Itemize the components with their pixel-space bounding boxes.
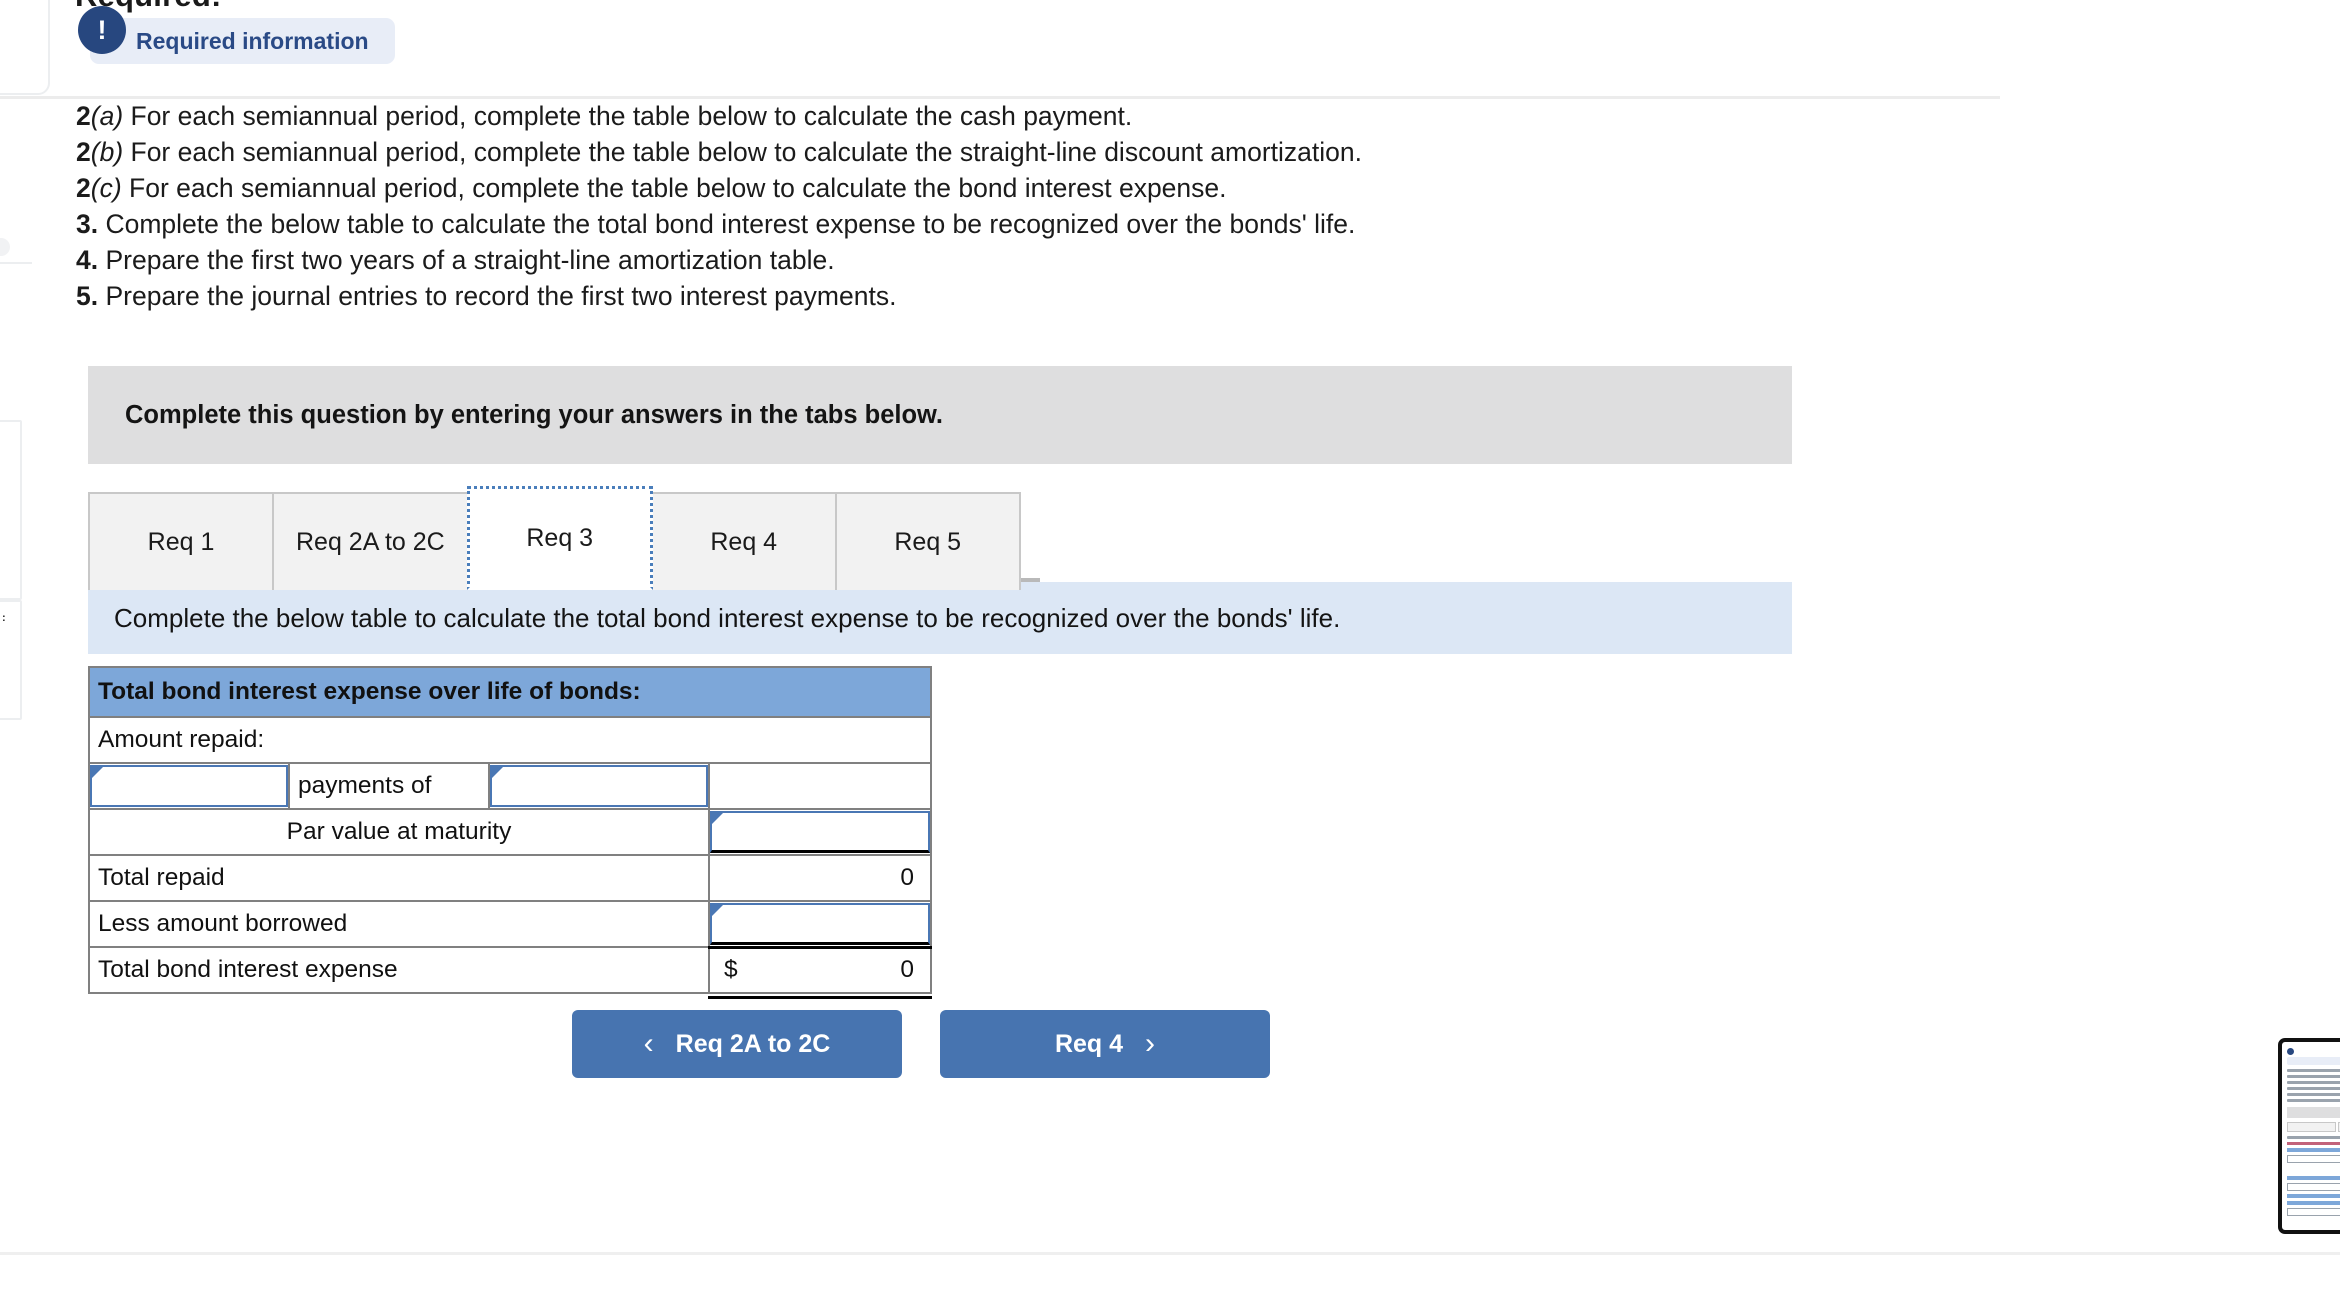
less-amount-borrowed-input[interactable] <box>710 902 930 945</box>
requirement-number: 2 <box>76 101 91 131</box>
requirement-text: Prepare the journal entries to record th… <box>98 281 897 311</box>
par-value-input[interactable] <box>710 811 930 853</box>
requirement-item: 5. Prepare the journal entries to record… <box>76 278 1876 314</box>
required-information-pill: Required information <box>90 18 395 64</box>
pip-required-badge <box>2287 1057 2340 1065</box>
total-repaid-label: Total repaid <box>88 854 710 902</box>
tab-label: Req 5 <box>894 527 962 556</box>
payments-of-label: payments of <box>288 762 490 810</box>
total-bond-interest-expense-label: Total bond interest expense <box>88 946 710 994</box>
requirement-number: 2 <box>76 137 91 167</box>
less-amount-borrowed-cell[interactable] <box>708 900 932 948</box>
tab-label: Req 4 <box>710 527 778 556</box>
next-requirement-label: Req 4 <box>1054 1029 1124 1058</box>
next-requirement-button[interactable]: Req 4 › <box>940 1010 1270 1078</box>
chevron-right-icon: › <box>1145 1027 1156 1060</box>
requirement-tabs: Req 1 Req 2A to 2C Req 3 Req 4 Req 5 <box>88 486 1021 590</box>
tab-label: Req 2A to 2C <box>296 527 445 556</box>
requirement-text: For each semiannual period, complete the… <box>121 173 1227 203</box>
tab-req-3[interactable]: Req 3 <box>466 486 653 590</box>
required-information-label: Required information <box>136 27 369 54</box>
tab-instruction-text: Complete the below table to calculate th… <box>114 602 1341 633</box>
pip-gray-banner <box>2287 1107 2340 1118</box>
requirement-number: 2 <box>76 173 91 203</box>
complete-question-banner: Complete this question by entering your … <box>88 366 1792 464</box>
requirement-item: 3. Complete the below table to calculate… <box>76 206 1876 242</box>
offscreen-divider <box>0 262 32 264</box>
less-amount-borrowed-label: Less amount borrowed <box>88 900 710 948</box>
requirement-text: Complete the below table to calculate th… <box>98 209 1356 239</box>
table-row: payments of <box>88 762 932 810</box>
prev-requirement-label: Req 2A to 2C <box>675 1029 831 1058</box>
requirement-item: 2(a) For each semiannual period, complet… <box>76 98 1876 134</box>
requirement-number: 4. <box>76 245 99 275</box>
bottom-toolbar: ⚭ <box>0 1255 2340 1310</box>
chevron-left-icon: ‹ <box>643 1027 654 1060</box>
requirement-sub: (b) <box>90 137 124 167</box>
table-row: Total bond interest expense $ 0 <box>88 945 933 1001</box>
requirement-sub: (a) <box>90 101 124 131</box>
requirement-item: 2(b) For each semiannual period, complet… <box>76 134 1876 170</box>
payment-amount-cell[interactable] <box>488 762 710 810</box>
requirement-number: 3. <box>76 209 99 239</box>
offscreen-panel-top-1 <box>0 0 40 85</box>
payments-count-input[interactable] <box>90 765 288 807</box>
amount-repaid-label: Amount repaid: <box>88 716 932 764</box>
pip-exclamation-icon <box>2287 1048 2294 1055</box>
total-bond-interest-expense-table: Total bond interest expense over life of… <box>88 666 933 1001</box>
par-value-cell[interactable] <box>708 808 932 856</box>
payment-amount-input[interactable] <box>490 765 708 807</box>
total-bond-interest-expense-value-cell: $ 0 <box>708 945 933 1001</box>
picture-in-picture-thumbnail[interactable] <box>2278 1038 2340 1234</box>
requirement-number: 5. <box>76 281 99 311</box>
offscreen-panel-mid-1 <box>0 420 22 600</box>
pip-tabs <box>2287 1122 2340 1132</box>
requirement-text: For each semiannual period, complete the… <box>123 101 1133 131</box>
total-value: 0 <box>900 956 914 984</box>
par-value-label: Par value at maturity <box>88 808 710 856</box>
payments-result-cell <box>708 762 932 810</box>
payments-count-cell[interactable] <box>88 762 290 810</box>
offscreen-text-fragment: : <box>2 612 6 624</box>
currency-symbol: $ <box>724 956 738 984</box>
exclamation-icon: ! <box>78 6 126 54</box>
tab-req-2a-to-2c[interactable]: Req 2A to 2C <box>272 492 469 590</box>
requirement-item: 2(c) For each semiannual period, complet… <box>76 170 1876 206</box>
offscreen-dot <box>0 238 10 256</box>
app-screen: : Required: Required information ! 2(a) … <box>0 0 2340 1310</box>
table-header-row: Total bond interest expense over life of… <box>88 666 932 718</box>
requirement-sub: (c) <box>90 173 122 203</box>
offscreen-panel-top-2 <box>0 0 50 95</box>
tab-label: Req 1 <box>147 527 215 556</box>
requirement-text: For each semiannual period, complete the… <box>123 137 1362 167</box>
requirement-item: 4. Prepare the first two years of a stra… <box>76 242 1876 278</box>
tab-instruction-banner: Complete the below table to calculate th… <box>88 582 1792 654</box>
total-repaid-value: 0 <box>708 854 932 902</box>
requirement-text: Prepare the first two years of a straigh… <box>98 245 835 275</box>
table-header-cell: Total bond interest expense over life of… <box>88 666 932 718</box>
table-row: Par value at maturity <box>88 808 932 856</box>
requirements-list: 2(a) For each semiannual period, complet… <box>76 98 1876 314</box>
requirement-navigation: ‹ Req 2A to 2C Req 4 › <box>572 1010 1270 1078</box>
tab-req-1[interactable]: Req 1 <box>88 492 274 590</box>
tab-req-5[interactable]: Req 5 <box>834 492 1021 590</box>
tab-req-4[interactable]: Req 4 <box>650 492 837 590</box>
table-row: Total repaid 0 <box>88 854 932 902</box>
complete-question-text: Complete this question by entering your … <box>125 400 944 429</box>
prev-requirement-button[interactable]: ‹ Req 2A to 2C <box>572 1010 902 1078</box>
table-row: Amount repaid: <box>88 716 932 764</box>
table-row: Less amount borrowed <box>88 900 932 948</box>
tab-label: Req 3 <box>526 523 594 552</box>
